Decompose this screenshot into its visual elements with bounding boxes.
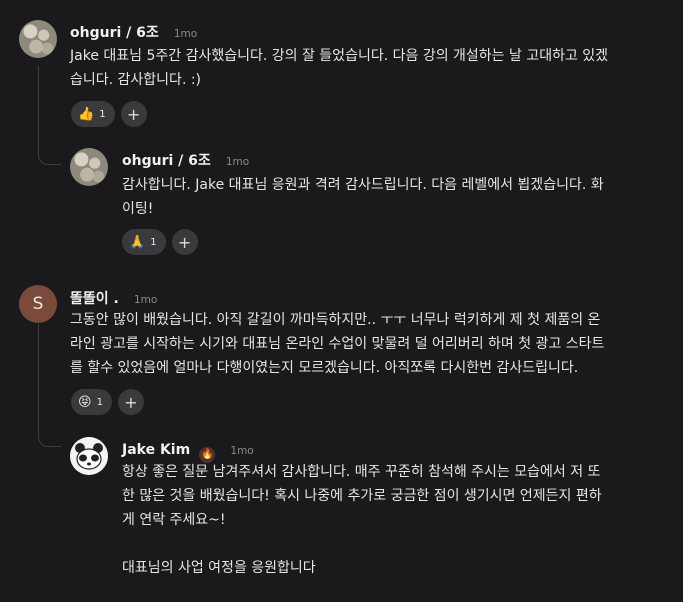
avatar-letter: S [32, 294, 44, 314]
comment-line: 게 연락 주세요~! [122, 512, 226, 528]
reactions: 👍 1 + [71, 101, 147, 127]
reaction-pray[interactable]: 🙏 1 [122, 229, 166, 255]
avatar[interactable] [70, 437, 108, 475]
plus-icon: + [126, 104, 141, 124]
author-name[interactable]: 똘똘이 . [70, 291, 119, 307]
reaction-count: 1 [150, 236, 157, 248]
comment-body: 감사합니다. Jake 대표님 응원과 격려 감사드립니다. 다음 레벨에서 뵙… [122, 173, 677, 221]
reaction-tongue[interactable]: 😝 1 [71, 389, 112, 415]
comment-line: 한 많은 것을 배웠습니다! 혹시 나중에 추가로 궁금한 점이 생기시면 언제… [122, 488, 602, 504]
avatar[interactable] [19, 20, 57, 58]
comment-body: 항상 좋은 질문 남겨주셔서 감사합니다. 매주 꾸준히 참석해 주시는 모습에… [122, 460, 677, 580]
plus-icon: + [177, 232, 192, 252]
plus-icon: + [124, 392, 138, 412]
timestamp: 1mo [173, 28, 198, 40]
comment-line: Jake 대표님 5주간 감사했습니다. 강의 잘 들었습니다. 다음 강의 개… [70, 48, 609, 64]
add-reaction-button[interactable]: + [120, 101, 147, 127]
reactions: 🙏 1 + [122, 229, 198, 255]
comment-line: 습니다. 감사합니다. :) [70, 72, 202, 88]
timestamp: 1mo [230, 445, 254, 457]
add-reaction-button[interactable]: + [171, 229, 198, 255]
author-name[interactable]: Jake Kim [122, 442, 190, 458]
timestamp: 1mo [225, 156, 250, 168]
timestamp: 1mo [133, 294, 158, 306]
thread-elbow [38, 146, 61, 165]
avatar[interactable] [70, 148, 108, 186]
thread-elbow [38, 428, 61, 447]
comment-line: 감사합니다. Jake 대표님 응원과 격려 감사드립니다. 다음 레벨에서 뵙… [122, 177, 604, 193]
add-reaction-button[interactable]: + [117, 389, 144, 415]
comment-body: Jake 대표님 5주간 감사했습니다. 강의 잘 들었습니다. 다음 강의 개… [70, 44, 680, 92]
tongue-face-icon: 😝 [78, 394, 92, 410]
comment-line: 대표님의 사업 여정을 응원합니다 [122, 560, 316, 576]
comment-line: 를 할수 있었음에 얼마나 다행이였는지 모르겠습니다. 아직쪼록 다시한번 감… [70, 360, 579, 376]
thumbs-up-icon: 👍 [78, 106, 95, 122]
comment-body: 그동안 많이 배웠습니다. 아직 갈길이 까마득하지만.. ㅜㅜ 너무나 럭키하… [70, 308, 680, 380]
pray-icon: 🙏 [129, 234, 146, 250]
reaction-count: 1 [99, 108, 106, 120]
thread-line [38, 66, 39, 150]
comment-line: 라인 광고를 시작하는 시기와 대표님 온라인 수업이 맞물려 덜 어리버리 하… [70, 336, 605, 352]
thread-line [38, 324, 39, 434]
comment-line: 이팅! [122, 201, 154, 217]
reaction-count: 1 [96, 396, 103, 408]
author-name[interactable]: ohguri / 6조 [70, 25, 159, 41]
comment-line: 그동안 많이 배웠습니다. 아직 갈길이 까마득하지만.. ㅜㅜ 너무나 럭키하… [70, 312, 601, 328]
reactions: 😝 1 + [71, 389, 144, 415]
reaction-thumbs-up[interactable]: 👍 1 [71, 101, 115, 127]
author-name[interactable]: ohguri / 6조 [122, 153, 211, 169]
bear-avatar-icon [70, 437, 108, 475]
comment-line: 항상 좋은 질문 남겨주셔서 감사합니다. 매주 꾸준히 참석해 주시는 모습에… [122, 464, 601, 480]
avatar[interactable]: S [19, 285, 57, 323]
